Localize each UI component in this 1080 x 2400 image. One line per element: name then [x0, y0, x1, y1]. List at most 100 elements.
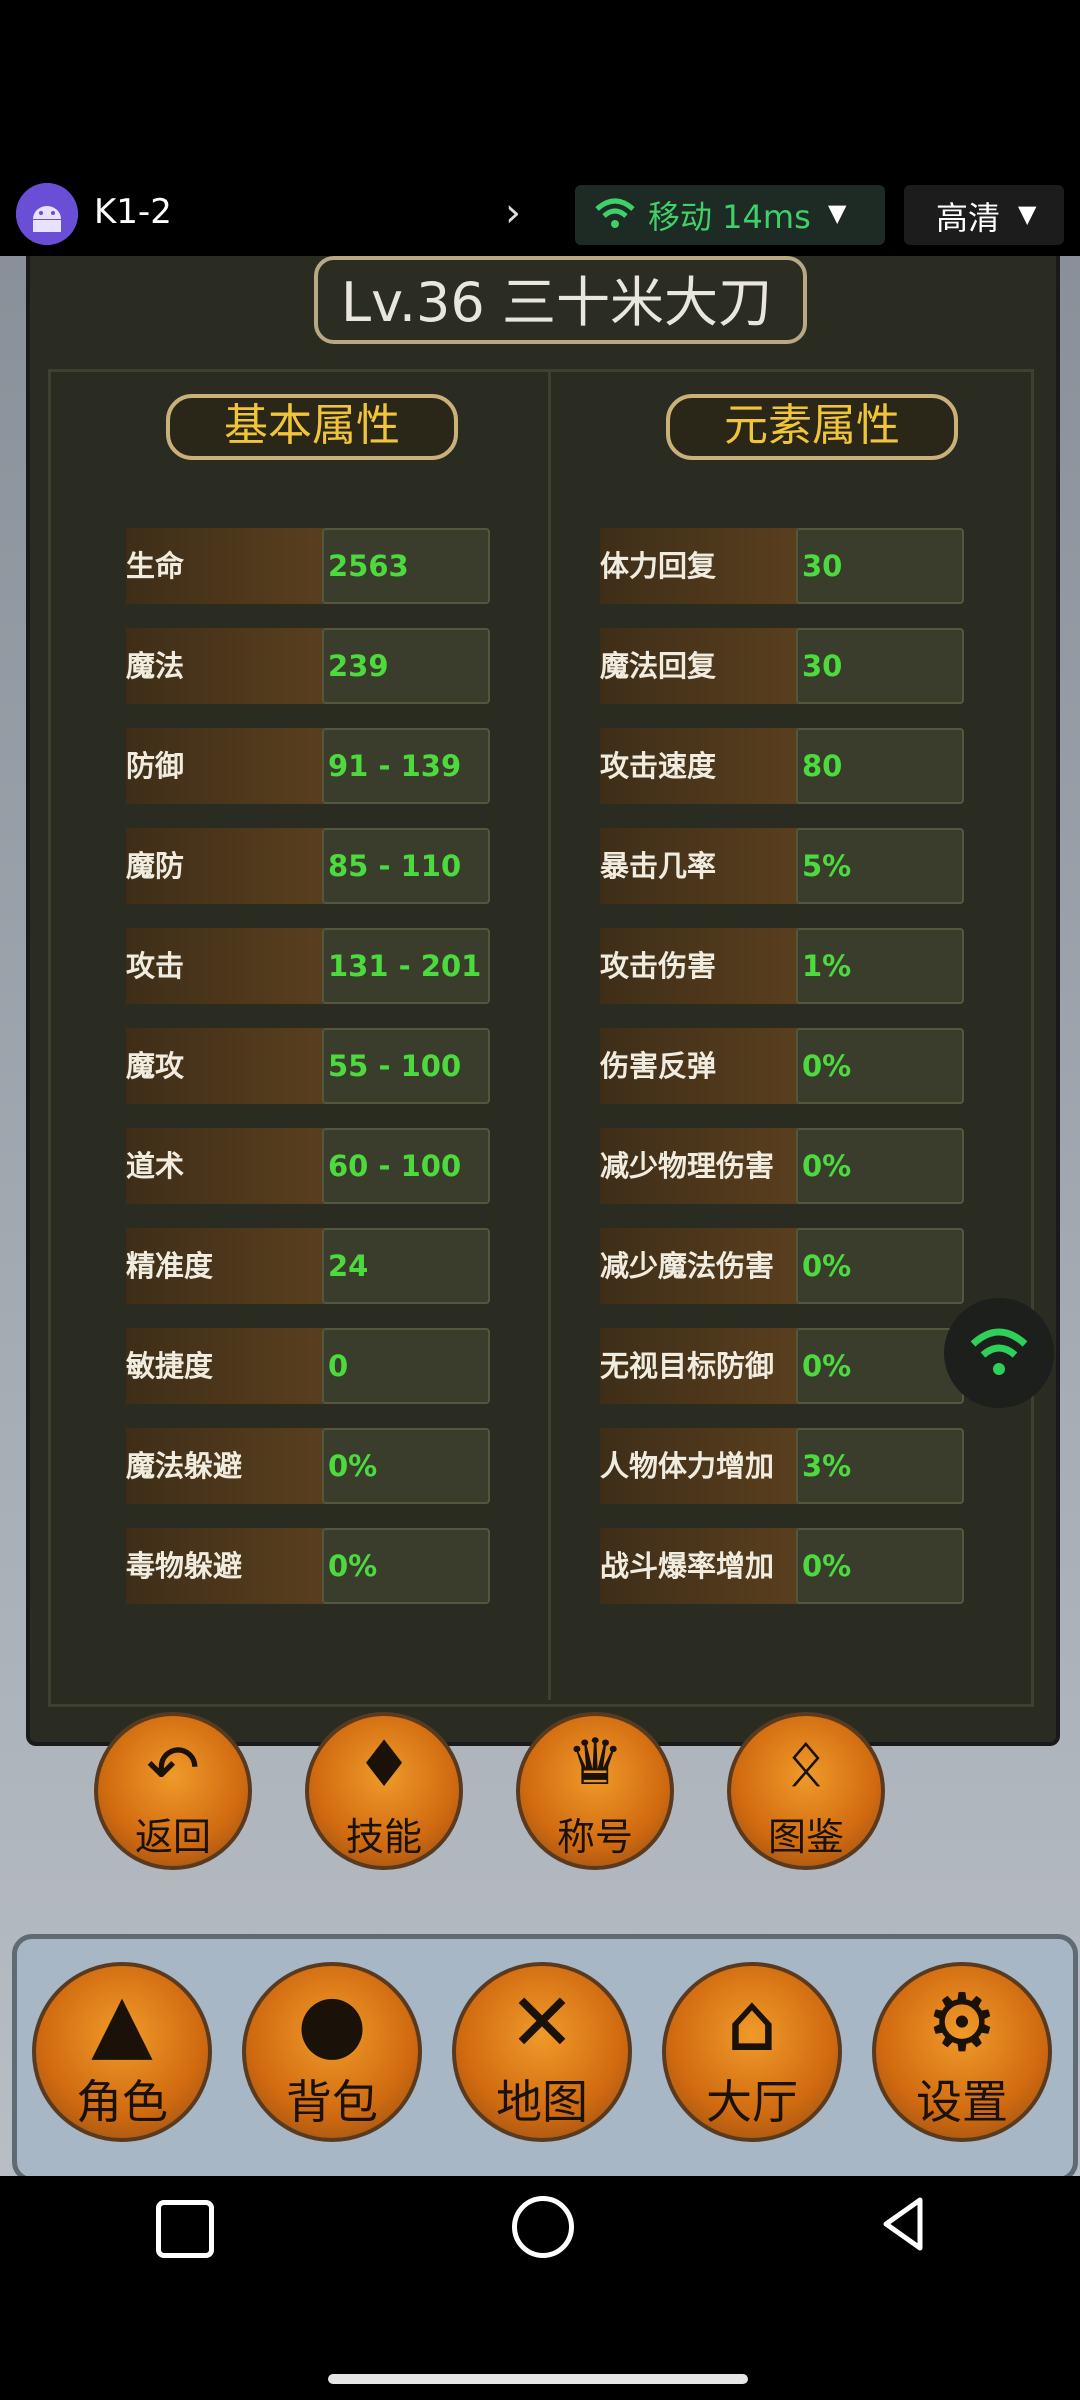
stat-row: 魔攻 55 - 100	[126, 1028, 490, 1104]
stat-value: 0%	[322, 1428, 490, 1504]
titles-label: 称号	[556, 1815, 633, 1859]
stat-row: 毒物躲避 0%	[126, 1528, 490, 1604]
stat-value: 60 - 100	[322, 1128, 490, 1204]
nav-character-button[interactable]: ▲ 角色	[32, 1962, 212, 2142]
codex-button[interactable]: ᛟ 图鉴	[727, 1712, 885, 1870]
basic-attributes-header: 基本属性	[166, 394, 458, 460]
stat-label: 魔法躲避	[126, 1428, 326, 1504]
dropdown-caret-icon: ▼	[1018, 200, 1037, 228]
stat-value: 239	[322, 628, 490, 704]
stat-row: 暴击几率 5%	[600, 828, 964, 904]
stat-label: 暴击几率	[600, 828, 800, 904]
character-title: Lv.36 三十米大刀	[341, 271, 772, 334]
back-arrow-icon: ↶	[146, 1732, 200, 1806]
stat-label: 人物体力增加	[600, 1428, 800, 1504]
stat-value: 5%	[796, 828, 964, 904]
stat-row: 生命 2563	[126, 528, 490, 604]
stat-value: 80	[796, 728, 964, 804]
stat-row: 魔法回复 30	[600, 628, 964, 704]
app-title: K1-2	[94, 192, 172, 232]
back-label: 返回	[134, 1815, 211, 1859]
stat-row: 魔法躲避 0%	[126, 1428, 490, 1504]
nav-lobby-label: 大厅	[706, 2075, 798, 2129]
stat-value: 0%	[796, 1228, 964, 1304]
stat-label: 体力回复	[600, 528, 800, 604]
stat-value: 131 - 201	[322, 928, 490, 1004]
stat-label: 攻击	[126, 928, 326, 1004]
stat-value: 1%	[796, 928, 964, 1004]
stat-row: 魔法 239	[126, 628, 490, 704]
stat-row: 减少物理伤害 0%	[600, 1128, 964, 1204]
stat-row: 攻击 131 - 201	[126, 928, 490, 1004]
titles-button[interactable]: ♛ 称号	[516, 1712, 674, 1870]
stat-label: 攻击速度	[600, 728, 800, 804]
nav-map-button[interactable]: ✕ 地图	[452, 1962, 632, 2142]
stat-label: 魔防	[126, 828, 326, 904]
skill-emblem-icon: ♦	[355, 1728, 413, 1802]
stat-label: 敏捷度	[126, 1328, 326, 1404]
stat-label: 生命	[126, 528, 326, 604]
stat-row: 敏捷度 0	[126, 1328, 490, 1404]
codex-label: 图鉴	[767, 1815, 844, 1859]
wifi-icon	[595, 198, 635, 228]
stat-value: 0	[322, 1328, 490, 1404]
stat-value: 55 - 100	[322, 1028, 490, 1104]
gears-icon: ⚙	[926, 1976, 998, 2069]
stat-value: 30	[796, 628, 964, 704]
nav-character-label: 角色	[76, 2075, 168, 2129]
crossed-swords-icon: ✕	[508, 1976, 576, 2069]
home-icon[interactable]	[512, 2196, 574, 2258]
stat-row: 精准度 24	[126, 1228, 490, 1304]
recents-icon[interactable]	[156, 2200, 214, 2258]
stat-label: 减少魔法伤害	[600, 1228, 800, 1304]
stat-value: 30	[796, 528, 964, 604]
stat-row: 防御 91 - 139	[126, 728, 490, 804]
skills-button[interactable]: ♦ 技能	[305, 1712, 463, 1870]
stat-label: 攻击伤害	[600, 928, 800, 1004]
stat-label: 战斗爆率增加	[600, 1528, 800, 1604]
gesture-handle[interactable]	[328, 2374, 748, 2384]
back-icon[interactable]	[880, 2196, 926, 2252]
stat-label: 毒物躲避	[126, 1528, 326, 1604]
wizard-icon: ▲	[91, 1976, 153, 2069]
stat-value: 0%	[796, 1328, 964, 1404]
chevron-right-icon[interactable]: ›	[505, 190, 521, 236]
stat-label: 减少物理伤害	[600, 1128, 800, 1204]
house-icon: ⌂	[726, 1976, 778, 2069]
stat-value: 0%	[796, 1528, 964, 1604]
stat-label: 无视目标防御	[600, 1328, 800, 1404]
stat-row: 体力回复 30	[600, 528, 964, 604]
stat-value: 0%	[322, 1528, 490, 1604]
nav-bag-button[interactable]: ● 背包	[242, 1962, 422, 2142]
column-divider	[548, 372, 551, 1700]
floating-network-button[interactable]	[944, 1298, 1054, 1408]
stat-row: 攻击速度 80	[600, 728, 964, 804]
bag-icon: ●	[297, 1976, 367, 2069]
stat-row: 攻击伤害 1%	[600, 928, 964, 1004]
stat-label: 防御	[126, 728, 326, 804]
back-button[interactable]: ↶ 返回	[94, 1712, 252, 1870]
stat-value: 24	[322, 1228, 490, 1304]
stat-row: 道术 60 - 100	[126, 1128, 490, 1204]
stat-label: 魔法回复	[600, 628, 800, 704]
stat-value: 2563	[322, 528, 490, 604]
stat-row: 伤害反弹 0%	[600, 1028, 964, 1104]
stat-value: 3%	[796, 1428, 964, 1504]
crown-icon: ♛	[566, 1726, 624, 1800]
nav-lobby-button[interactable]: ⌂ 大厅	[662, 1962, 842, 2142]
quality-label: 高清	[936, 199, 1001, 237]
nav-map-label: 地图	[496, 2075, 588, 2129]
stat-value: 85 - 110	[322, 828, 490, 904]
dropdown-caret-icon: ▼	[828, 199, 847, 227]
dragon-icon: ᛟ	[786, 1726, 826, 1800]
wifi-icon	[970, 1328, 1028, 1375]
nav-settings-button[interactable]: ⚙ 设置	[872, 1962, 1052, 2142]
stat-label: 道术	[126, 1128, 326, 1204]
stat-row: 减少魔法伤害 0%	[600, 1228, 964, 1304]
element-attributes-header: 元素属性	[666, 394, 958, 460]
stat-row: 战斗爆率增加 0%	[600, 1528, 964, 1604]
stat-value: 91 - 139	[322, 728, 490, 804]
nav-settings-label: 设置	[916, 2075, 1008, 2129]
skills-label: 技能	[345, 1815, 422, 1859]
android-app-icon[interactable]	[16, 183, 78, 245]
